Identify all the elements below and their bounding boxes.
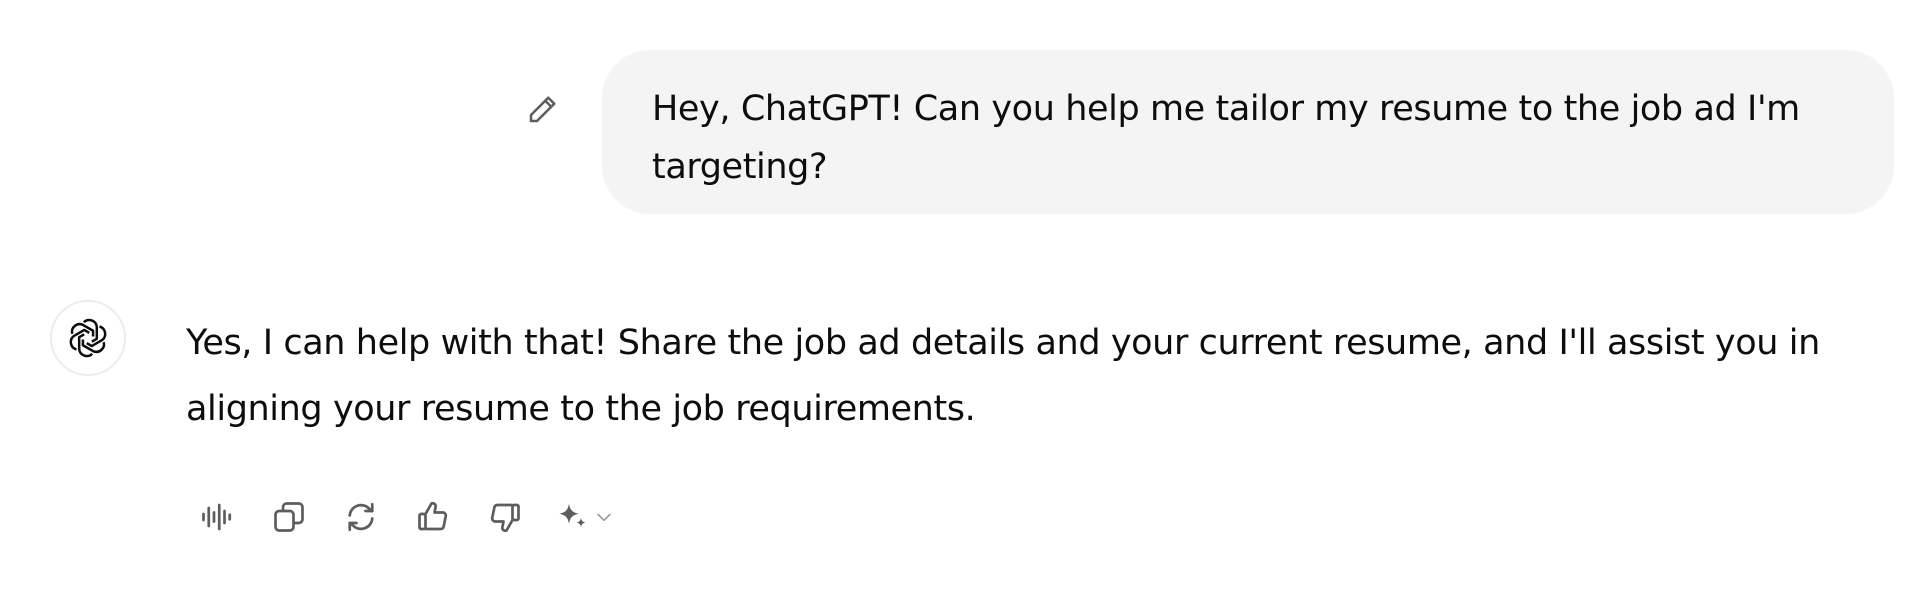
thumbs-down-button[interactable] — [474, 490, 536, 544]
sparkle-icon — [554, 499, 590, 535]
read-aloud-button[interactable] — [186, 490, 248, 544]
user-message-bubble: Hey, ChatGPT! Can you help me tailor my … — [602, 50, 1894, 214]
switch-model-button[interactable] — [546, 490, 622, 544]
regenerate-button[interactable] — [330, 490, 392, 544]
thumbs-down-icon — [487, 499, 523, 535]
thumbs-up-button[interactable] — [402, 490, 464, 544]
assistant-message: Yes, I can help with that! Share the job… — [186, 310, 1866, 442]
chat-conversation: Hey, ChatGPT! Can you help me tailor my … — [0, 0, 1920, 592]
assistant-avatar — [50, 300, 126, 376]
edit-message-button[interactable] — [518, 84, 568, 134]
chevron-down-icon — [594, 507, 614, 527]
message-actions — [186, 490, 622, 544]
regenerate-icon — [343, 499, 379, 535]
pencil-icon — [525, 91, 561, 127]
copy-icon — [271, 499, 307, 535]
copy-button[interactable] — [258, 490, 320, 544]
thumbs-up-icon — [415, 499, 451, 535]
openai-logo-icon — [65, 315, 111, 361]
read-aloud-icon — [199, 499, 235, 535]
user-message-text: Hey, ChatGPT! Can you help me tailor my … — [652, 89, 1800, 187]
assistant-message-text: Yes, I can help with that! Share the job… — [186, 323, 1820, 429]
